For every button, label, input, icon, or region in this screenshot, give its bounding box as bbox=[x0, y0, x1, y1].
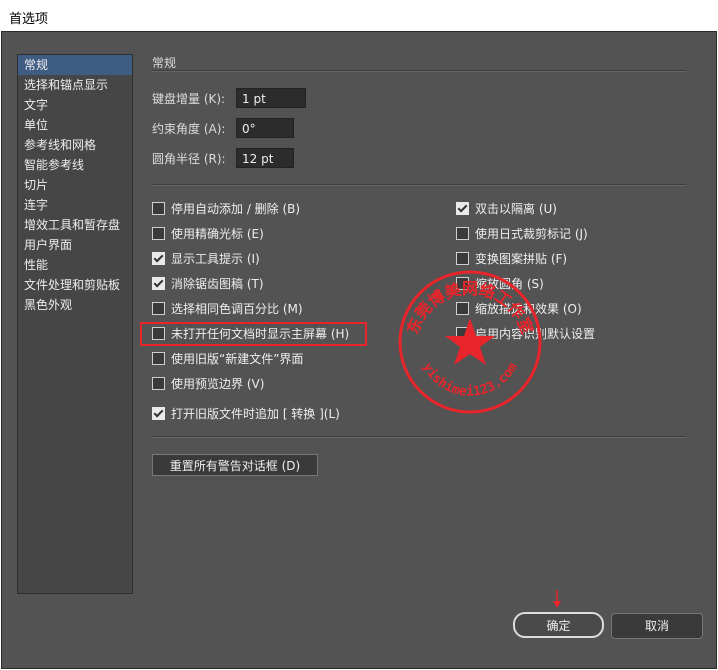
checkbox-label: 打开旧版文件时追加 [ 转换 ](L) bbox=[171, 407, 340, 421]
checkbox-disable-auto-add-delete[interactable]: 停用自动添加 / 删除 (B) bbox=[152, 200, 300, 218]
checkbox-box[interactable] bbox=[152, 302, 165, 315]
sidebar-item-file-handling[interactable]: 文件处理和剪贴板 bbox=[18, 275, 132, 295]
cancel-button[interactable]: 取消 bbox=[611, 613, 703, 639]
corner-radius-label: 圆角半径 (R): bbox=[152, 152, 226, 166]
keyboard-increment-label: 键盘增量 (K): bbox=[152, 92, 226, 106]
sidebar-item-general[interactable]: 常规 bbox=[18, 55, 132, 75]
checkbox-box[interactable] bbox=[152, 352, 165, 365]
checkbox-label: 变换图案拼贴 (F) bbox=[475, 252, 568, 266]
constrain-angle-label: 约束角度 (A): bbox=[152, 122, 226, 136]
window-title: 首选项 bbox=[9, 12, 49, 27]
checkbox-label: 使用旧版“新建文件”界面 bbox=[171, 352, 304, 366]
constrain-angle-row: 约束角度 (A): 0° bbox=[152, 118, 294, 140]
divider bbox=[152, 184, 686, 186]
sidebar-item-plugins[interactable]: 增效工具和暂存盘 bbox=[18, 215, 132, 235]
checkbox-append-convert[interactable]: 打开旧版文件时追加 [ 转换 ](L) bbox=[152, 405, 340, 423]
checkbox-label: 使用预览边界 (V) bbox=[171, 377, 265, 391]
annotation-highlight-box bbox=[140, 322, 367, 346]
sidebar-item-user-interface[interactable]: 用户界面 bbox=[18, 235, 132, 255]
sidebar-item-smart-guides[interactable]: 智能参考线 bbox=[18, 155, 132, 175]
checkbox-select-same-tint[interactable]: 选择相同色调百分比 (M) bbox=[152, 300, 303, 318]
checkbox-anti-aliased-artwork[interactable]: 消除锯齿图稿 (T) bbox=[152, 275, 264, 293]
title-bar: 首选项 bbox=[0, 0, 718, 31]
checkbox-box[interactable] bbox=[152, 407, 165, 420]
sidebar-item-selection[interactable]: 选择和锚点显示 bbox=[18, 75, 132, 95]
preferences-dialog: 常规 选择和锚点显示 文字 单位 参考线和网格 智能参考线 切片 连字 增效工具… bbox=[1, 31, 717, 669]
checkbox-label: 停用自动添加 / 删除 (B) bbox=[171, 202, 301, 216]
sidebar-item-black-appearance[interactable]: 黑色外观 bbox=[18, 295, 132, 315]
checkbox-box[interactable] bbox=[152, 277, 165, 290]
checkbox-box[interactable] bbox=[152, 377, 165, 390]
sidebar-item-type[interactable]: 文字 bbox=[18, 95, 132, 115]
checkbox-label: 双击以隔离 (U) bbox=[475, 202, 557, 216]
checkbox-box[interactable] bbox=[152, 227, 165, 240]
checkbox-label: 使用日式裁剪标记 (J) bbox=[475, 227, 588, 241]
watermark-text-bottom: yishimei123.com bbox=[419, 360, 520, 399]
constrain-angle-input[interactable]: 0° bbox=[236, 118, 294, 138]
checkbox-box[interactable] bbox=[152, 202, 165, 215]
checkbox-precise-cursors[interactable]: 使用精确光标 (E) bbox=[152, 225, 264, 243]
checkbox-preview-bounds[interactable]: 使用预览边界 (V) bbox=[152, 375, 264, 393]
checkbox-box[interactable] bbox=[456, 202, 469, 215]
category-sidebar: 常规 选择和锚点显示 文字 单位 参考线和网格 智能参考线 切片 连字 增效工具… bbox=[17, 54, 133, 594]
watermark-stamp: 东莞博美网络工作室 yishimei123.com bbox=[398, 270, 542, 414]
reset-warnings-button[interactable]: 重置所有警告对话框 (D) bbox=[152, 454, 318, 476]
divider bbox=[152, 70, 686, 72]
section-title: 常规 bbox=[152, 56, 177, 70]
checkbox-legacy-new-document[interactable]: 使用旧版“新建文件”界面 bbox=[152, 350, 303, 368]
star-icon bbox=[445, 318, 495, 365]
keyboard-increment-input[interactable]: 1 pt bbox=[236, 88, 306, 108]
checkbox-label: 显示工具提示 (I) bbox=[171, 252, 260, 266]
divider bbox=[152, 436, 686, 438]
checkbox-japanese-crop-marks[interactable]: 使用日式裁剪标记 (J) bbox=[456, 225, 588, 243]
sidebar-item-hyphenation[interactable]: 连字 bbox=[18, 195, 132, 215]
sidebar-item-performance[interactable]: 性能 bbox=[18, 255, 132, 275]
corner-radius-input[interactable]: 12 pt bbox=[236, 148, 294, 168]
checkbox-box[interactable] bbox=[152, 252, 165, 265]
ok-button[interactable]: 确定 bbox=[513, 612, 604, 638]
checkbox-label: 消除锯齿图稿 (T) bbox=[171, 277, 264, 291]
checkbox-double-click-isolate[interactable]: 双击以隔离 (U) bbox=[456, 200, 557, 218]
checkbox-box[interactable] bbox=[456, 252, 469, 265]
checkbox-show-tooltips[interactable]: 显示工具提示 (I) bbox=[152, 250, 260, 268]
sidebar-item-units[interactable]: 单位 bbox=[18, 115, 132, 135]
checkbox-box[interactable] bbox=[456, 227, 469, 240]
arrow-down-icon bbox=[553, 590, 561, 608]
keyboard-increment-row: 键盘增量 (K): 1 pt bbox=[152, 88, 306, 110]
sidebar-item-slices[interactable]: 切片 bbox=[18, 175, 132, 195]
sidebar-item-guides-grid[interactable]: 参考线和网格 bbox=[18, 135, 132, 155]
corner-radius-row: 圆角半径 (R): 12 pt bbox=[152, 148, 294, 170]
checkbox-label: 使用精确光标 (E) bbox=[171, 227, 264, 241]
checkbox-label: 选择相同色调百分比 (M) bbox=[171, 302, 303, 316]
